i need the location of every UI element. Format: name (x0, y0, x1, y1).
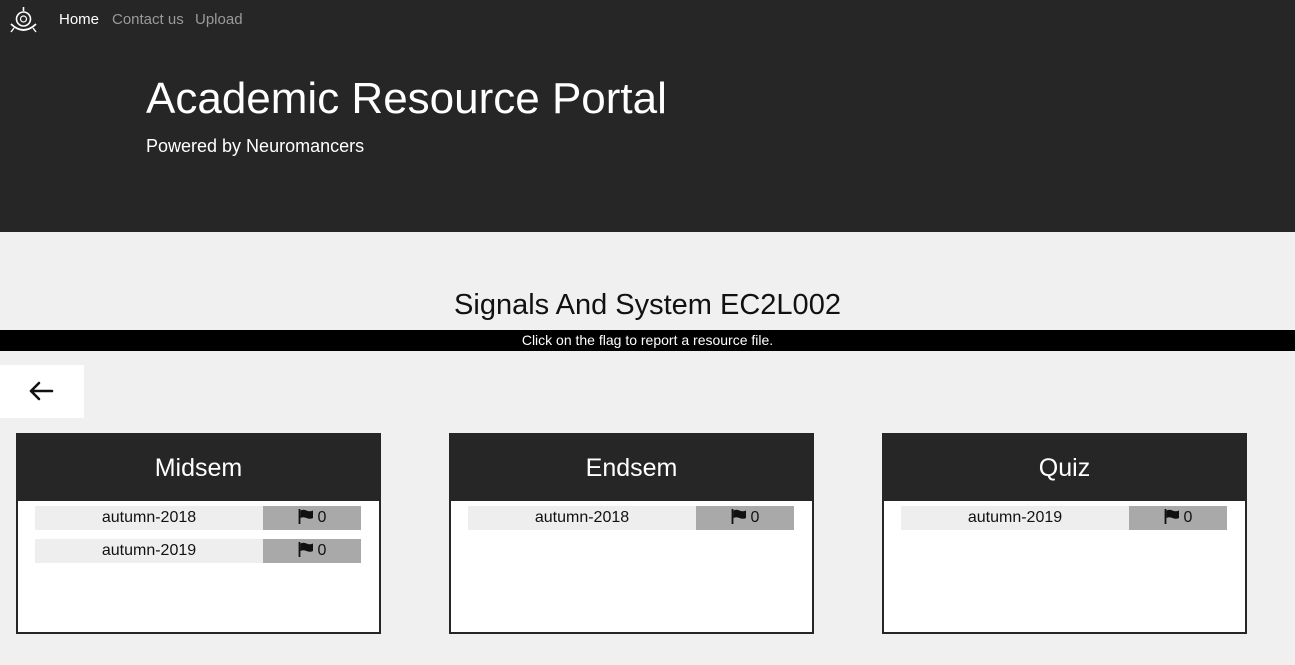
flag-icon (731, 509, 746, 524)
arrow-left-icon (29, 381, 54, 401)
report-flag-button[interactable]: 0 (1129, 506, 1227, 530)
file-link[interactable]: autumn-2018 (468, 506, 696, 530)
nav-contact-link[interactable]: Contact us (112, 12, 184, 28)
nav-home-link[interactable]: Home (59, 12, 99, 28)
section-card-endsem: Endsem autumn-2018 0 (449, 433, 814, 634)
report-flag-button[interactable]: 0 (696, 506, 794, 530)
flag-count: 0 (317, 542, 327, 559)
flag-icon (298, 509, 313, 524)
section-title: Endsem (451, 435, 812, 501)
section-card-midsem: Midsem autumn-2018 0 autumn-2019 0 (16, 433, 381, 634)
file-row: autumn-2018 0 (35, 506, 361, 530)
report-notice-bar: Click on the flag to report a resource f… (0, 330, 1295, 351)
nav-upload-link[interactable]: Upload (195, 12, 243, 28)
section-card-quiz: Quiz autumn-2019 0 (882, 433, 1247, 634)
site-subtitle: Powered by Neuromancers (146, 136, 365, 156)
site-title: Academic Resource Portal (146, 74, 667, 123)
file-link[interactable]: autumn-2019 (35, 539, 263, 563)
file-row: autumn-2019 0 (901, 506, 1227, 530)
file-link[interactable]: autumn-2019 (901, 506, 1129, 530)
flag-icon (298, 542, 313, 557)
file-row: autumn-2018 0 (468, 506, 794, 530)
file-link[interactable]: autumn-2018 (35, 506, 263, 530)
site-header: Home Contact us Upload Academic Resource… (0, 0, 1295, 232)
institute-emblem-icon[interactable] (9, 6, 38, 35)
flag-count: 0 (750, 509, 760, 526)
report-flag-button[interactable]: 0 (263, 506, 361, 530)
course-title: Signals And System EC2L002 (454, 289, 841, 321)
back-button[interactable] (0, 365, 84, 418)
flag-icon (1164, 509, 1179, 524)
flag-count: 0 (317, 509, 327, 526)
report-flag-button[interactable]: 0 (263, 539, 361, 563)
section-title: Midsem (18, 435, 379, 501)
section-title: Quiz (884, 435, 1245, 501)
file-row: autumn-2019 0 (35, 539, 361, 563)
flag-count: 0 (1183, 509, 1193, 526)
